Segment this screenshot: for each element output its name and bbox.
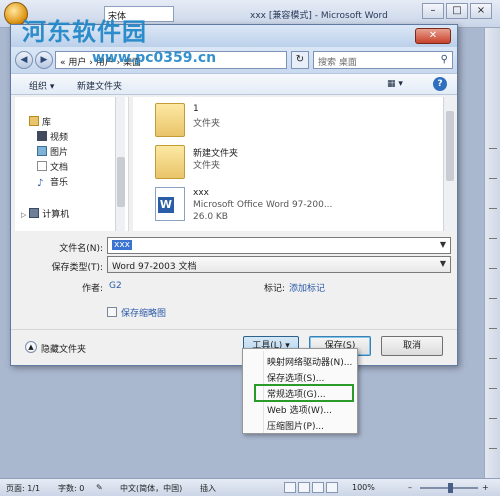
savetype-select[interactable]: Word 97-2003 文档 ▼ (107, 256, 451, 273)
picture-icon (37, 146, 47, 156)
list-item[interactable]: W xxx Microsoft Office Word 97-200... 26… (143, 187, 423, 227)
zoom-out-icon[interactable]: – (408, 483, 412, 492)
chevron-down-icon[interactable]: ▼ (440, 240, 446, 249)
zoom-slider-thumb[interactable] (448, 483, 453, 493)
chevron-down-icon[interactable]: ▼ (440, 259, 446, 268)
hide-folders-button[interactable]: 隐藏文件夹 (41, 342, 86, 355)
word-window-title: xxx [兼容模式] - Microsoft Word (250, 11, 388, 21)
folder-icon (155, 103, 185, 137)
watermark-url: www.pc0359.cn (92, 50, 217, 66)
address-row: ◀ ▶ « 用户 › 用户 › 桌面 ↻ 搜索 桌面 ⚲ (11, 47, 457, 73)
menu-item-compress-pictures[interactable]: 压缩图片(P)... (267, 419, 324, 432)
nav-item-videos[interactable]: 视频 (37, 130, 68, 143)
print-layout-view-icon[interactable] (284, 482, 296, 493)
zoom-level[interactable]: 100% (352, 483, 375, 492)
expand-arrow-icon[interactable]: ▷ (21, 211, 26, 219)
add-tags-link[interactable]: 添加标记 (289, 281, 325, 294)
menu-item-map-network-drive[interactable]: 映射网络驱动器(N)... (267, 355, 352, 368)
view-options-icon[interactable]: ▦ ▾ (387, 79, 403, 89)
page-count[interactable]: 页面: 1/1 (6, 483, 40, 494)
document-icon (37, 161, 47, 171)
computer-icon (29, 208, 40, 218)
tags-label: 标记: (263, 284, 285, 294)
savetype-value: Word 97-2003 文档 (112, 262, 197, 272)
file-scrollbar[interactable] (443, 97, 455, 231)
author-label: 作者: (81, 284, 103, 294)
nav-item-documents[interactable]: 文档 (37, 160, 68, 173)
help-icon[interactable]: ? (433, 77, 447, 91)
outline-view-icon[interactable] (326, 482, 338, 493)
refresh-icon[interactable]: ↻ (291, 51, 309, 69)
nav-item-pictures[interactable]: 图片 (37, 145, 68, 158)
savetype-label: 保存类型(T): (51, 263, 103, 273)
footer-divider (11, 329, 457, 330)
nav-item-music[interactable]: ♪ 音乐 (37, 175, 68, 189)
thumbnail-label[interactable]: 保存缩略图 (121, 306, 166, 319)
web-layout-view-icon[interactable] (312, 482, 324, 493)
vertical-ruler (484, 28, 500, 478)
save-as-dialog: ✕ ◀ ▶ « 用户 › 用户 › 桌面 ↻ 搜索 桌面 ⚲ 组织 ▾ 新建文件… (10, 24, 458, 366)
word-document-icon: W (155, 187, 185, 221)
word-count[interactable]: 字数: 0 (58, 483, 84, 494)
video-icon (37, 131, 47, 141)
organize-button[interactable]: 组织 ▾ (29, 79, 54, 92)
proofing-icon[interactable]: ✎ (96, 483, 103, 492)
hide-folders-icon[interactable]: ▲ (25, 341, 37, 353)
watermark-logo: 河东软件园 (22, 17, 147, 46)
list-item[interactable]: 新建文件夹 文件夹 (143, 145, 423, 185)
forward-icon[interactable]: ▶ (35, 51, 53, 69)
menu-item-web-options[interactable]: Web 选项(W)... (267, 403, 332, 416)
nav-item-computer[interactable]: ▷ 计算机 (21, 207, 69, 220)
new-folder-button[interactable]: 新建文件夹 (77, 79, 122, 92)
cancel-button[interactable]: 取消 (381, 336, 443, 356)
thumbnail-checkbox[interactable] (107, 307, 117, 317)
full-screen-view-icon[interactable] (298, 482, 310, 493)
minimize-button[interactable]: – (422, 3, 444, 19)
list-item[interactable]: 1 文件夹 (143, 103, 423, 143)
file-list: 1 文件夹 新建文件夹 文件夹 W xxx Microsoft Office W… (133, 97, 443, 231)
search-input[interactable]: 搜索 桌面 ⚲ (313, 51, 453, 69)
folder-icon (155, 145, 185, 179)
zoom-in-icon[interactable]: + (482, 483, 489, 492)
nav-item-library[interactable]: 库 (29, 115, 51, 128)
status-bar: 页面: 1/1 字数: 0 ✎ 中文(简体，中国) 插入 100% – + (0, 478, 500, 496)
music-icon: ♪ (37, 178, 44, 189)
author-value[interactable]: G2 (109, 281, 122, 291)
dialog-close-button[interactable]: ✕ (415, 28, 451, 44)
insert-mode[interactable]: 插入 (200, 483, 216, 494)
language-indicator[interactable]: 中文(简体，中国) (120, 483, 182, 494)
back-icon[interactable]: ◀ (15, 51, 33, 69)
search-placeholder: 搜索 桌面 (318, 58, 357, 68)
nav-scrollbar[interactable] (115, 97, 125, 231)
close-window-button[interactable]: × (470, 3, 492, 19)
menu-item-save-options[interactable]: 保存选项(S)... (267, 371, 324, 384)
search-icon: ⚲ (440, 54, 448, 65)
filename-field[interactable]: xxx ▼ (107, 237, 451, 254)
dialog-toolbar: 组织 ▾ 新建文件夹 ▦ ▾ ? (11, 73, 457, 95)
maximize-button[interactable]: □ (446, 3, 468, 19)
filename-value: xxx (112, 240, 132, 250)
general-options-highlight (254, 384, 354, 402)
filename-label: 文件名(N): (59, 244, 103, 254)
navigation-pane: 库 视频 图片 文档 ♪ 音乐 ▷ 计算机 (15, 97, 129, 231)
library-icon (29, 116, 39, 126)
